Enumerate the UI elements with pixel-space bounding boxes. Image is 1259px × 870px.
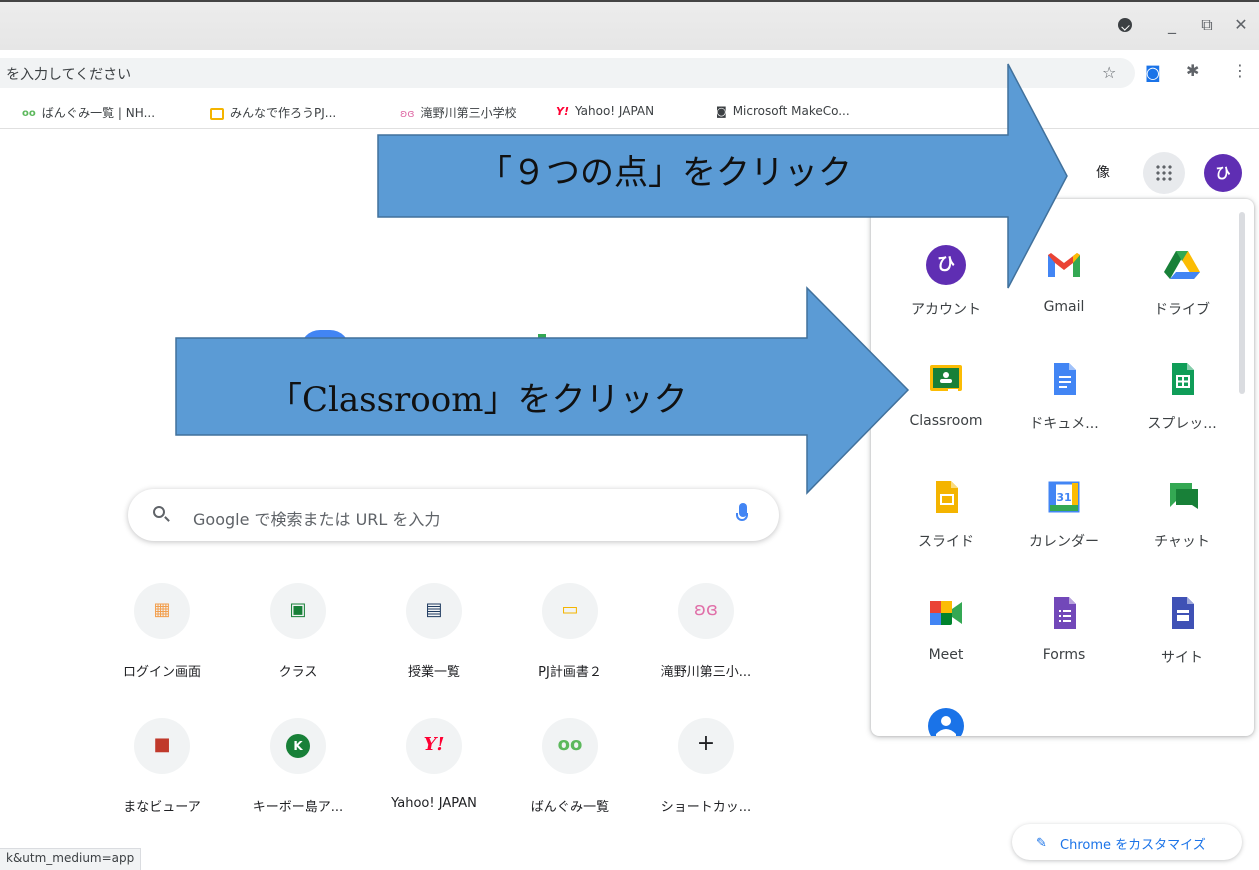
forms-icon: [1054, 597, 1076, 629]
slides-icon: [210, 107, 224, 120]
puzzle-extensions-icon[interactable]: ✱: [1186, 61, 1199, 80]
annotation-arrow-1-text: 「９つの点」をクリック: [478, 153, 852, 193]
screenshot-extension-icon[interactable]: ◙: [1145, 63, 1161, 82]
shortcut-icon-bg: ʚɞ: [678, 583, 734, 639]
search-input-placeholder: Google で検索または URL を入力: [193, 510, 441, 529]
close-button[interactable]: ✕: [1230, 14, 1252, 36]
app-contacts-partial[interactable]: [926, 706, 966, 736]
sites-icon: [1172, 597, 1194, 629]
window-title-bar: [0, 0, 1259, 50]
slides-icon: ▭: [561, 599, 579, 620]
profile-menu-icon[interactable]: [1118, 18, 1132, 32]
sheets-icon: [1172, 363, 1194, 395]
app-chat[interactable]: チャット: [1128, 477, 1236, 587]
lesson-list-icon: ▤: [425, 599, 443, 620]
shortcut-bangumi[interactable]: oo ばんぐみ一覧: [514, 718, 626, 828]
nhk-icon: oo: [22, 108, 36, 119]
plus-icon: +: [696, 731, 716, 756]
login-screen-icon: ▦: [153, 599, 171, 620]
slides-icon: [936, 481, 958, 513]
customize-chrome-label: Chrome をカスタマイズ: [1060, 838, 1206, 853]
pencil-icon: ✎: [1036, 836, 1047, 851]
chrome-menu-icon[interactable]: ⋮: [1232, 61, 1248, 80]
classroom-icon: [930, 365, 962, 392]
app-calendar[interactable]: 31 カレンダー: [1010, 477, 1118, 587]
shortcut-icon-bg: oo: [542, 718, 598, 774]
shortcut-icon-bg: ■: [134, 718, 190, 774]
shortcut-manaviewer[interactable]: ■ まなビューア: [106, 718, 218, 828]
address-bar-placeholder: を入力してください: [6, 67, 132, 83]
nhk-icon: oo: [557, 734, 583, 755]
shortcut-icon-bg: Y!: [406, 718, 462, 774]
shortcut-yahoo[interactable]: Y! Yahoo! JAPAN: [378, 718, 490, 828]
classroom-icon: ▣: [289, 599, 307, 620]
manaviewer-icon: ■: [153, 734, 171, 755]
k-letter-icon: K: [286, 734, 310, 758]
meet-icon: [930, 601, 962, 625]
chat-icon: [1170, 483, 1198, 509]
account-avatar[interactable]: ひ: [1204, 154, 1242, 192]
nine-dots-icon: [1155, 164, 1173, 182]
shortcut-icon-bg: K: [270, 718, 326, 774]
shortcut-icon-bg: ▭: [542, 583, 598, 639]
shortcut-pj-plan[interactable]: ▭ PJ計画書２: [514, 583, 626, 693]
bookmark-pj[interactable]: みんなで作ろうPJ...: [210, 104, 336, 121]
shortcut-class[interactable]: ▣ クラス: [242, 583, 354, 693]
apps-panel-scrollbar[interactable]: [1239, 212, 1245, 394]
shortcut-icon-bg: ▦: [134, 583, 190, 639]
calendar-icon: 31: [1048, 481, 1080, 513]
school-icon: ʚɞ: [694, 599, 718, 620]
app-drive[interactable]: ドライブ: [1128, 245, 1236, 355]
search-icon: [153, 506, 165, 518]
yahoo-icon: Y!: [423, 734, 445, 755]
app-meet[interactable]: Meet: [892, 593, 1000, 703]
app-forms[interactable]: Forms: [1010, 593, 1118, 703]
shortcut-add[interactable]: + ショートカッ...: [650, 718, 762, 828]
svg-text:31: 31: [1056, 491, 1071, 504]
bookmark-nhk[interactable]: oo ばんぐみ一覧 | NH...: [22, 104, 155, 121]
shortcut-login[interactable]: ▦ ログイン画面: [106, 583, 218, 693]
shortcut-icon-bg: ▣: [270, 583, 326, 639]
star-bookmark-icon[interactable]: ☆: [1102, 63, 1116, 82]
minimize-button[interactable]: _: [1161, 14, 1183, 36]
restore-button[interactable]: ⧉: [1196, 14, 1218, 36]
app-docs[interactable]: ドキュメ...: [1010, 359, 1118, 469]
annotation-arrow-2-text: 「Classroom」をクリック: [268, 380, 688, 420]
shortcut-lessons[interactable]: ▤ 授業一覧: [378, 583, 490, 693]
shortcut-keyboard-island[interactable]: K キーボー島ア...: [242, 718, 354, 828]
app-sheets[interactable]: スプレッ...: [1128, 359, 1236, 469]
app-sites[interactable]: サイト: [1128, 593, 1236, 703]
shortcut-icon-bg: +: [678, 718, 734, 774]
drive-icon: [1164, 251, 1200, 279]
header-partial-text: 像: [1096, 165, 1110, 181]
shortcut-school[interactable]: ʚɞ 滝野川第三小...: [650, 583, 762, 693]
shortcut-icon-bg: ▤: [406, 583, 462, 639]
docs-icon: [1054, 363, 1076, 395]
microphone-icon[interactable]: [736, 503, 748, 521]
contacts-icon: [928, 708, 964, 736]
status-bar-url: k&utm_medium=app: [0, 848, 142, 870]
